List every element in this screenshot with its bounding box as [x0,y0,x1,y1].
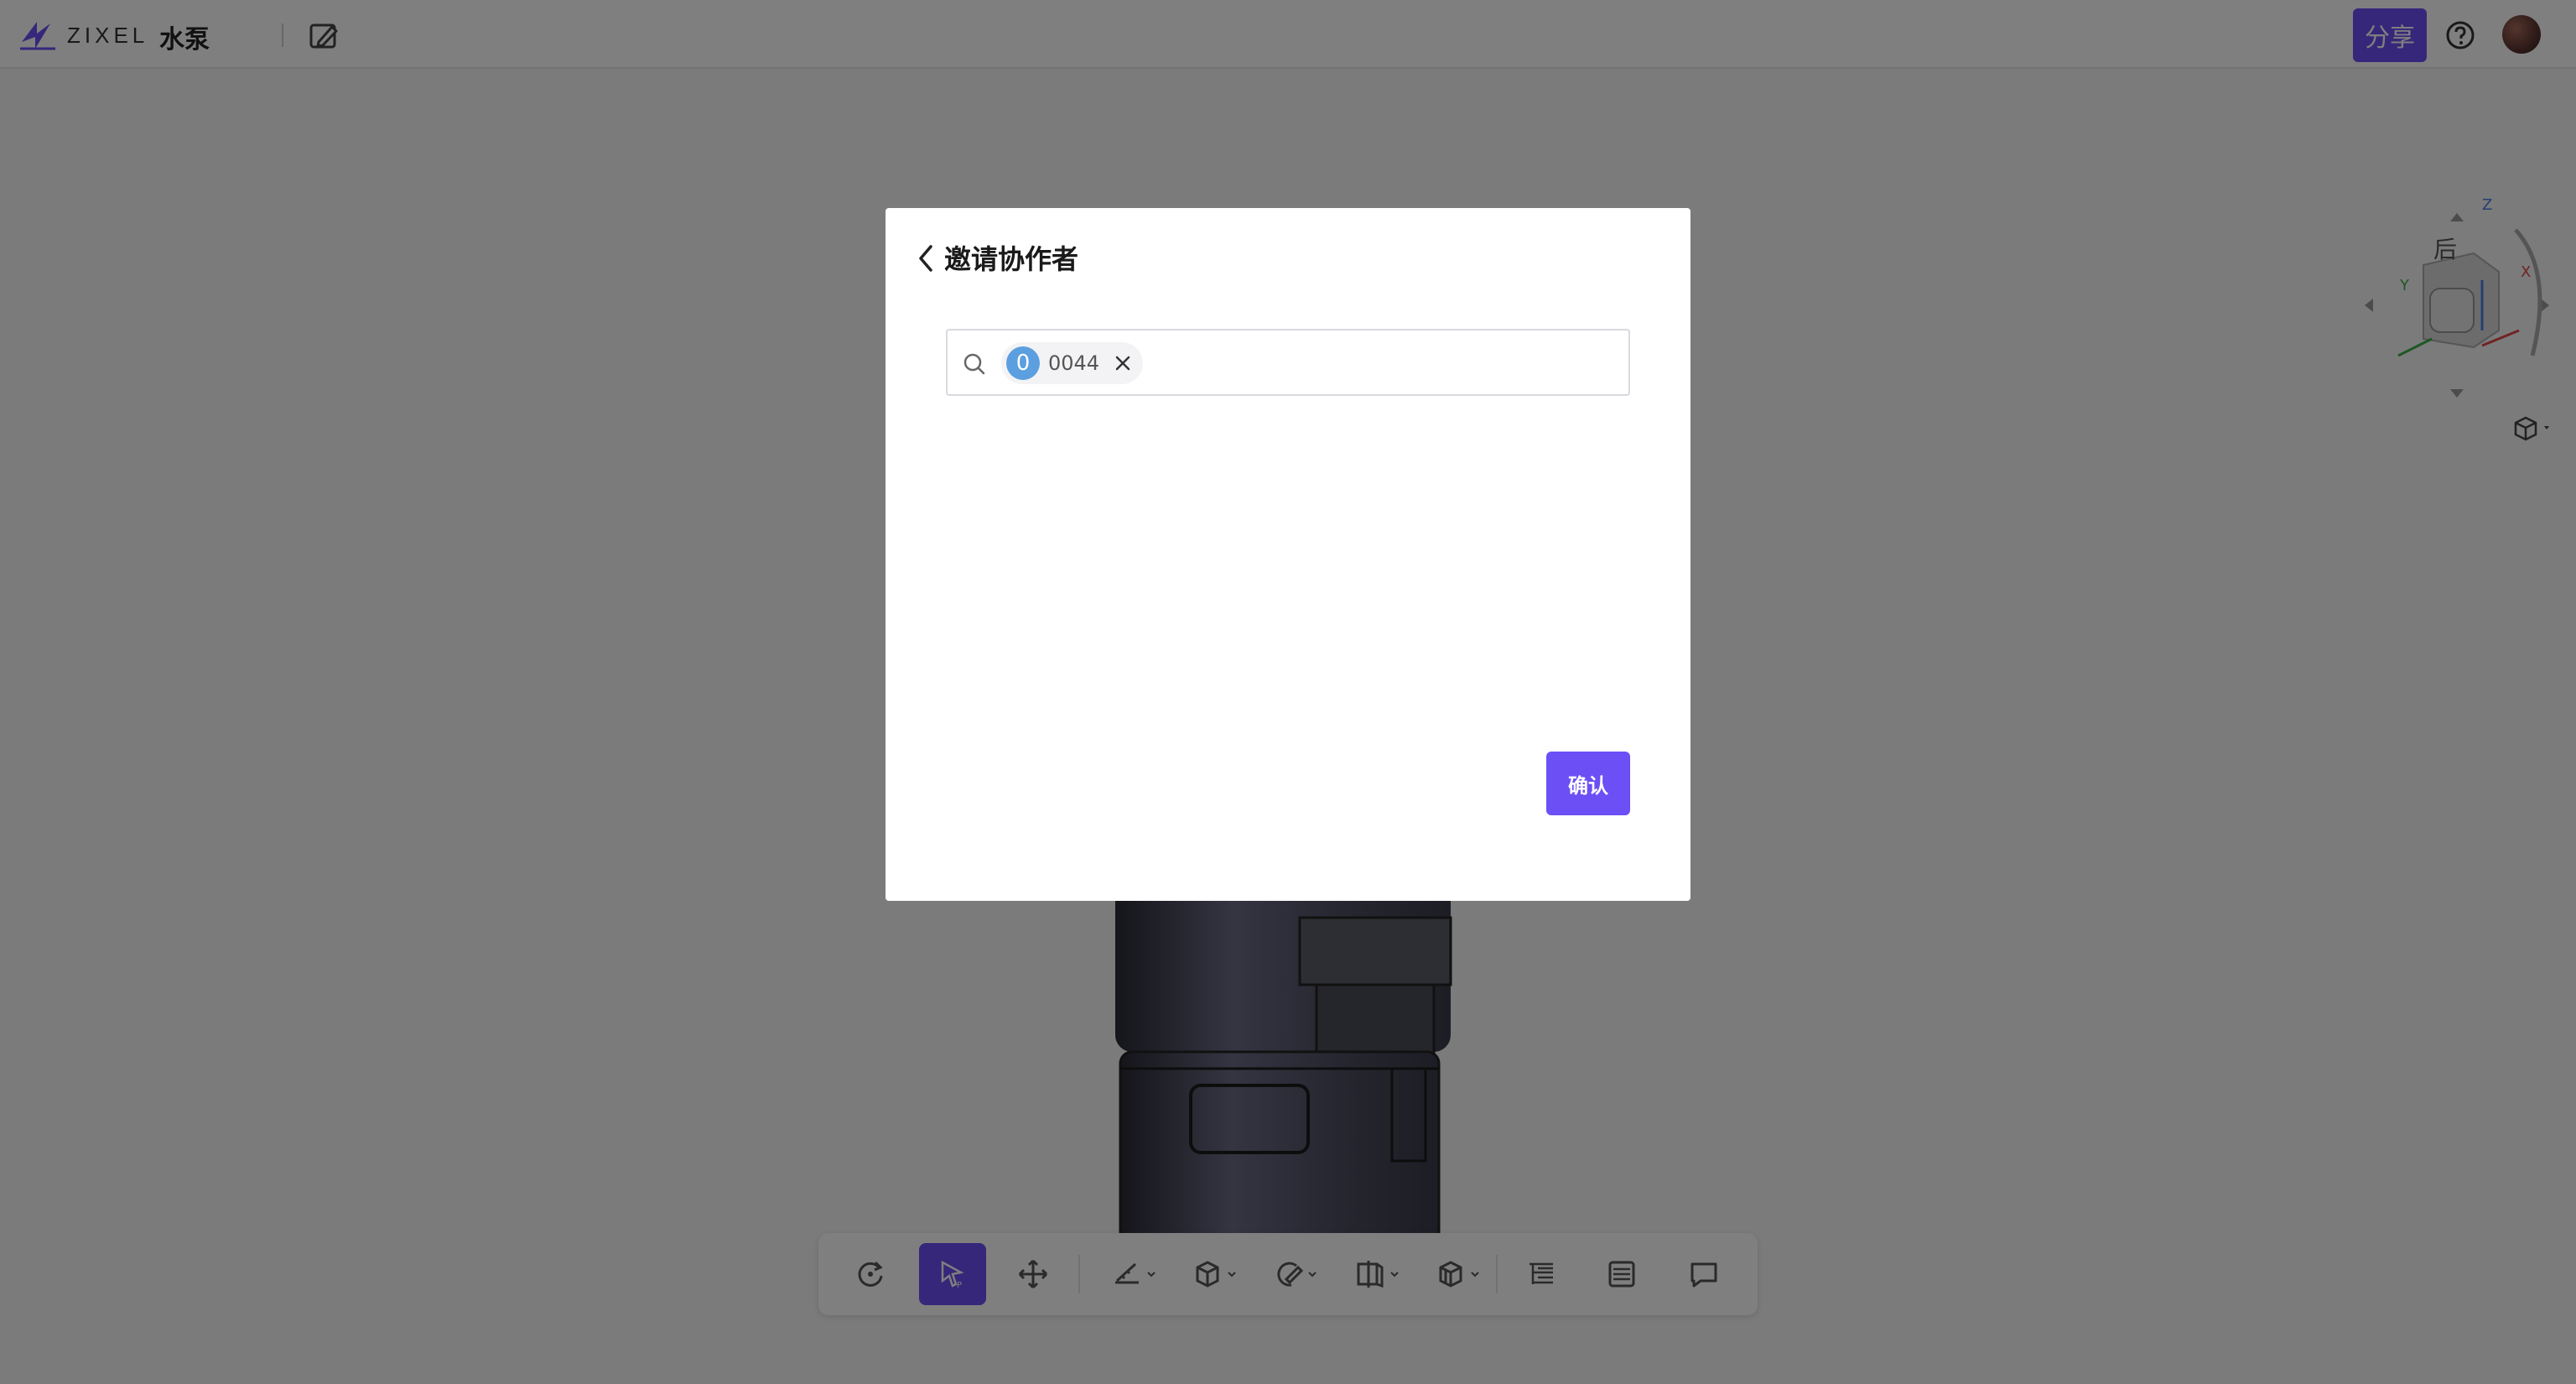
invite-collaborator-dialog: 邀请协作者 0 0044 确认 [886,208,1690,901]
back-arrow-icon[interactable] [911,240,941,277]
dialog-title: 邀请协作者 [944,243,1079,275]
collaborator-search-input[interactable]: 0 0044 [946,329,1630,396]
user-initial-avatar: 0 [1006,346,1040,380]
selected-user-chip: 0 0044 [1001,342,1144,384]
search-icon [963,353,985,375]
remove-chip-close-icon[interactable] [1113,353,1133,373]
confirm-button[interactable]: 确认 [1546,752,1630,815]
selected-user-name: 0044 [1048,351,1100,375]
